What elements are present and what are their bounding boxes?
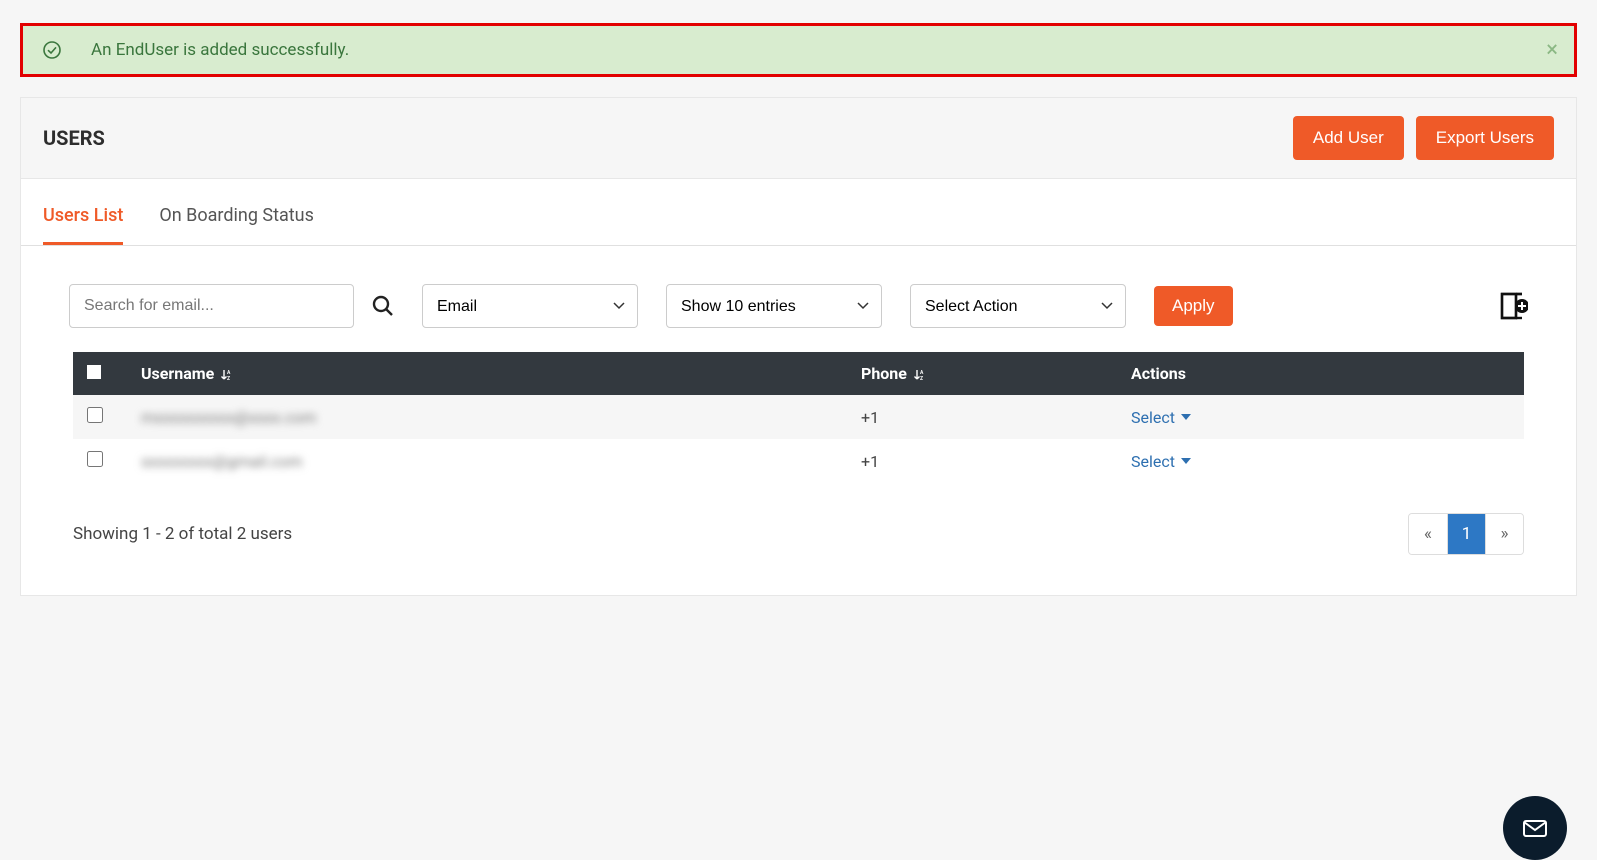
check-circle-icon xyxy=(43,41,61,59)
col-username-label: Username xyxy=(141,364,214,383)
tabs: Users List On Boarding Status xyxy=(21,189,1576,246)
row-checkbox[interactable] xyxy=(87,407,103,423)
col-actions-label: Actions xyxy=(1131,364,1186,383)
row-action-label: Select xyxy=(1131,408,1175,427)
sort-icon: A Z xyxy=(220,368,234,382)
header-buttons: Add User Export Users xyxy=(1293,116,1554,160)
row-action-select[interactable]: Select xyxy=(1131,452,1191,471)
search-icon[interactable] xyxy=(372,295,394,317)
cell-username: mxxxxxxxxxx@xxxx.com xyxy=(141,408,316,427)
table-footer: Showing 1 - 2 of total 2 users « 1 » xyxy=(21,483,1576,595)
table-row: mxxxxxxxxxx@xxxx.com +1 Select xyxy=(73,395,1524,439)
row-action-select[interactable]: Select xyxy=(1131,408,1191,427)
svg-text:Z: Z xyxy=(227,376,230,382)
apply-button[interactable]: Apply xyxy=(1154,286,1233,326)
pager-page-1[interactable]: 1 xyxy=(1447,514,1485,554)
cell-phone: +1 xyxy=(861,452,879,471)
add-user-button[interactable]: Add User xyxy=(1293,116,1404,160)
col-actions: Actions xyxy=(1117,352,1524,395)
success-alert: An EndUser is added successfully. × xyxy=(20,23,1577,77)
bulk-action-select[interactable]: Select Action xyxy=(910,284,1126,328)
tab-users-list[interactable]: Users List xyxy=(43,189,123,245)
pager-prev[interactable]: « xyxy=(1409,514,1447,554)
users-table-wrap: Username A Z Phone xyxy=(21,352,1576,483)
alert-message: An EndUser is added successfully. xyxy=(91,40,349,60)
search-group xyxy=(69,284,394,328)
filter-field-select[interactable]: Email xyxy=(422,284,638,328)
help-chat-button[interactable] xyxy=(1503,796,1567,860)
export-users-button[interactable]: Export Users xyxy=(1416,116,1554,160)
col-phone-label: Phone xyxy=(861,364,907,383)
mail-icon xyxy=(1520,813,1550,843)
cell-username: sxxxxxxxx@gmail.com xyxy=(141,452,302,471)
close-icon[interactable]: × xyxy=(1546,38,1558,63)
col-checkbox xyxy=(73,352,127,395)
caret-down-icon xyxy=(1181,414,1191,420)
cell-phone: +1 xyxy=(861,408,879,427)
showing-text: Showing 1 - 2 of total 2 users xyxy=(73,524,292,544)
filters-bar: Email Show 10 entries Select Action Appl… xyxy=(21,246,1576,352)
add-column-icon[interactable] xyxy=(1496,290,1528,322)
users-table: Username A Z Phone xyxy=(73,352,1524,483)
row-checkbox[interactable] xyxy=(87,451,103,467)
row-action-label: Select xyxy=(1131,452,1175,471)
pager-next[interactable]: » xyxy=(1485,514,1523,554)
caret-down-icon xyxy=(1181,458,1191,464)
table-header-row: Username A Z Phone xyxy=(73,352,1524,395)
panel-header: USERS Add User Export Users xyxy=(21,98,1576,179)
tab-onboarding-status[interactable]: On Boarding Status xyxy=(159,189,314,245)
page-title: USERS xyxy=(43,126,105,150)
col-username[interactable]: Username A Z xyxy=(127,352,847,395)
entries-select[interactable]: Show 10 entries xyxy=(666,284,882,328)
col-phone[interactable]: Phone A Z xyxy=(847,352,1117,395)
pagination: « 1 » xyxy=(1408,513,1524,555)
select-all-checkbox[interactable] xyxy=(87,365,101,379)
table-row: sxxxxxxxx@gmail.com +1 Select xyxy=(73,439,1524,483)
sort-icon: A Z xyxy=(913,368,927,382)
users-panel: USERS Add User Export Users Users List O… xyxy=(20,97,1577,596)
search-input[interactable] xyxy=(69,284,354,328)
svg-text:Z: Z xyxy=(920,376,923,382)
